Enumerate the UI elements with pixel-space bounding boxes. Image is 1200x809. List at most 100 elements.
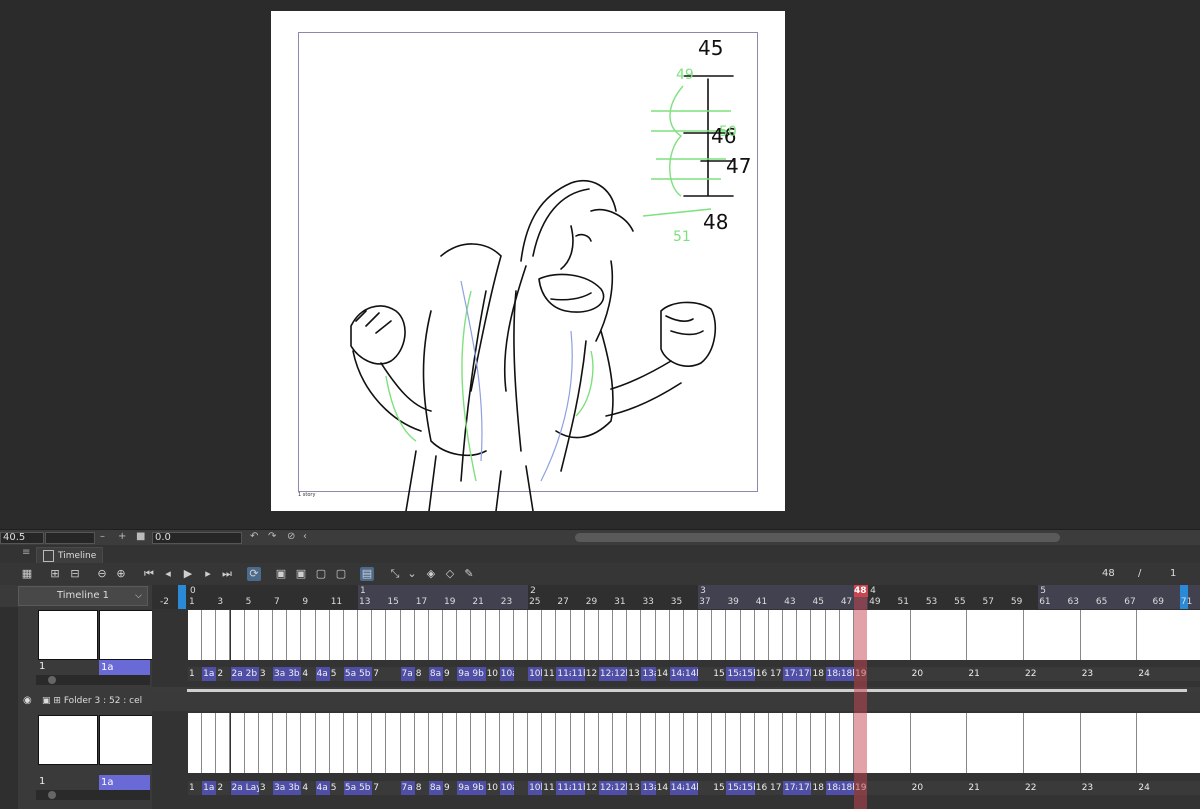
layer2-cel-label[interactable]: 3b: [287, 781, 302, 795]
layer1-cel-thumb[interactable]: [797, 610, 812, 660]
assign-cel-icon[interactable]: ▢: [334, 567, 348, 581]
canvas-area[interactable]: 45 46 47 48 49 50 51 1 story: [0, 0, 1200, 529]
collapse-left-icon[interactable]: ‹: [303, 531, 307, 542]
layer2-cel-thumb[interactable]: [768, 713, 784, 773]
layer2-cel-label[interactable]: 13: [627, 781, 642, 795]
layer2-cel-thumb[interactable]: [967, 713, 1025, 773]
pen-icon[interactable]: ✎: [462, 567, 476, 581]
layer2-cel-thumb[interactable]: [613, 713, 628, 773]
layer1-cel-thumb[interactable]: [740, 610, 755, 660]
layer1-cel-label[interactable]: 8a: [428, 667, 444, 681]
zoom-in-button[interactable]: +: [118, 531, 126, 542]
layer2-cel-label[interactable]: 9a: [457, 781, 472, 795]
layer1-cel-label[interactable]: 12b: [613, 667, 628, 681]
horizontal-scrollbar[interactable]: [575, 533, 1060, 542]
layer2-cel-label[interactable]: 8: [414, 781, 429, 795]
layer2-cel-label[interactable]: 17: [768, 781, 784, 795]
layer1-cel-thumb[interactable]: [499, 610, 514, 660]
layer2-cel-label[interactable]: 11b: [570, 781, 585, 795]
layer2-cel-thumb[interactable]: [542, 713, 557, 773]
layer2-cel-thumb[interactable]: [797, 713, 812, 773]
rotate-left-icon[interactable]: ↶: [250, 531, 258, 542]
layer1-cel-label[interactable]: 15b: [740, 667, 755, 681]
layer2-cel-label[interactable]: [513, 781, 529, 795]
expand-icon[interactable]: ⊞: [53, 696, 61, 706]
layer2-cel-label[interactable]: 14b: [683, 781, 699, 795]
layer2-cel-thumb[interactable]: [598, 713, 614, 773]
layer2-cel-thumb[interactable]: [485, 713, 500, 773]
layer2-cel-thumb[interactable]: [414, 713, 429, 773]
zoom-field[interactable]: 0.0: [152, 532, 242, 544]
layer2-cel-thumb[interactable]: [216, 713, 231, 773]
sketch-drawing[interactable]: 45 46 47 48 49 50 51: [271, 11, 785, 511]
layer1-cel-label[interactable]: 3: [258, 667, 273, 681]
layer1-cel-label[interactable]: 9: [443, 667, 458, 681]
layer2-cel-thumb[interactable]: [329, 713, 344, 773]
layer1-cel-thumb[interactable]: [287, 610, 302, 660]
onion-skin-icon[interactable]: ▤: [360, 567, 374, 581]
layer2-cel-label[interactable]: 9b: [471, 781, 486, 795]
layer1-thumb-1[interactable]: [38, 610, 98, 660]
layer1-cel-thumb[interactable]: [358, 610, 373, 660]
zoom-in-icon[interactable]: ⊕: [114, 567, 128, 581]
rename-cel-icon[interactable]: ▢: [314, 567, 328, 581]
layer1-cel-label[interactable]: 8: [414, 667, 429, 681]
layer1-cel-label[interactable]: 21: [967, 667, 1025, 681]
layer1-cel-label[interactable]: 3b: [287, 667, 302, 681]
layer2-cel-thumb[interactable]: [315, 713, 330, 773]
layer2-cel-thumb[interactable]: [641, 713, 656, 773]
layer1-cel-thumb[interactable]: [428, 610, 444, 660]
layer2-cel-thumb[interactable]: [1137, 713, 1200, 773]
layer1-cel-label[interactable]: 11: [542, 667, 557, 681]
layer1-cel-label[interactable]: 12: [584, 667, 599, 681]
layer2-cel-label[interactable]: 13a: [641, 781, 656, 795]
new-timeline-icon[interactable]: ⊞: [48, 567, 62, 581]
layer1-cel-thumb[interactable]: [768, 610, 784, 660]
layer1-cel-thumb[interactable]: [1137, 610, 1200, 660]
layer1-cel-thumb[interactable]: [457, 610, 472, 660]
reset-rotation-icon[interactable]: ⊘: [287, 531, 295, 542]
layer2-cel-thumb[interactable]: [471, 713, 486, 773]
layer1-cel-label[interactable]: [698, 667, 713, 681]
layer1-cel-label[interactable]: 2a: [230, 667, 245, 681]
layer1-cel-thumb[interactable]: [372, 610, 387, 660]
layer1-cel-label[interactable]: 12a: [598, 667, 614, 681]
layer2-cel-thumb[interactable]: [202, 713, 217, 773]
layer2-cel-label[interactable]: 4a: [315, 781, 330, 795]
rotate-right-icon[interactable]: ↷: [268, 531, 276, 542]
layer1-cel-thumb[interactable]: [386, 610, 401, 660]
layer1-cel-label[interactable]: 2b: [244, 667, 259, 681]
layer1-cel-label[interactable]: 10b: [528, 667, 543, 681]
layer1-cel-thumb[interactable]: [471, 610, 486, 660]
layer1-cel-label[interactable]: 13: [627, 667, 642, 681]
layer2-cel-thumb[interactable]: [372, 713, 387, 773]
layer2-cel-label[interactable]: 17b: [797, 781, 812, 795]
layer1-cel-thumb[interactable]: [528, 610, 543, 660]
layer1-cel-thumb[interactable]: [825, 610, 840, 660]
layer2-cel-label[interactable]: 22: [1024, 781, 1081, 795]
layer2-cel-thumb[interactable]: [273, 713, 288, 773]
layer1-cel-label[interactable]: 7: [372, 667, 387, 681]
layer1-cel-label[interactable]: 18: [811, 667, 826, 681]
layer1-cel-thumb[interactable]: [315, 610, 330, 660]
layer1-cel-thumb[interactable]: [669, 610, 684, 660]
layer1-cel-label[interactable]: 1a: [202, 667, 217, 681]
camera-icon[interactable]: ◇: [443, 567, 457, 581]
layer1-cel-thumb[interactable]: [754, 610, 769, 660]
layer2-cel-thumb[interactable]: [783, 713, 798, 773]
layer1-scrollbar[interactable]: [36, 675, 150, 685]
layer2-cel-label[interactable]: 5: [329, 781, 344, 795]
layer2-cel-label[interactable]: 21: [967, 781, 1025, 795]
go-to-last-frame-icon[interactable]: ⏭: [220, 567, 234, 581]
layer1-cel-thumb[interactable]: [216, 610, 231, 660]
layer1-cel-thumb[interactable]: [301, 610, 316, 660]
scroll-thumb[interactable]: [48, 791, 56, 799]
layer2-cel-label[interactable]: 23: [1080, 781, 1138, 795]
layer1-cel-thumb[interactable]: [258, 610, 273, 660]
layer1-cel-thumb[interactable]: [655, 610, 670, 660]
layer1-cel-label[interactable]: 4: [301, 667, 316, 681]
layer2-cel-thumb[interactable]: [556, 713, 571, 773]
layer2-cel-label[interactable]: 18a: [825, 781, 840, 795]
layer2-cel-label[interactable]: 15a: [726, 781, 741, 795]
layer1-thumb-1a[interactable]: [99, 610, 159, 660]
